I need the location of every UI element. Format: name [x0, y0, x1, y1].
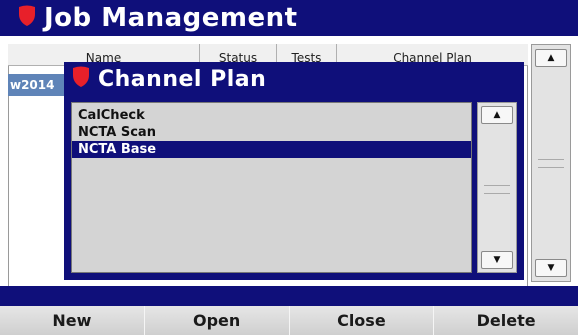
- arrow-up-icon[interactable]: ▲: [535, 49, 567, 67]
- dialog-scrollbar[interactable]: ▲ ▼: [477, 102, 517, 273]
- new-button[interactable]: New: [0, 306, 145, 335]
- channel-plan-list[interactable]: CalCheck NCTA Scan NCTA Base: [71, 102, 472, 273]
- list-item-ncta-scan[interactable]: NCTA Scan: [72, 124, 471, 141]
- app-title: Job Management: [44, 3, 298, 33]
- close-button[interactable]: Close: [289, 306, 435, 335]
- arrow-down-icon[interactable]: ▼: [535, 259, 567, 277]
- channel-plan-dialog: Channel Plan CalCheck NCTA Scan NCTA Bas…: [64, 62, 524, 280]
- table-row[interactable]: w2014: [8, 74, 68, 96]
- softkey-bar: New Open Close Delete: [0, 306, 578, 335]
- shield-icon: [18, 5, 36, 31]
- arrow-up-icon[interactable]: ▲: [481, 106, 513, 124]
- list-item-calcheck[interactable]: CalCheck: [72, 107, 471, 124]
- dialog-title-bar: Channel Plan: [64, 62, 524, 96]
- status-bar: [0, 286, 578, 306]
- open-button[interactable]: Open: [144, 306, 290, 335]
- shield-icon: [72, 66, 90, 92]
- list-item-ncta-base[interactable]: NCTA Base: [72, 141, 471, 158]
- title-bar: Job Management: [0, 0, 578, 36]
- dialog-title: Channel Plan: [98, 66, 267, 92]
- delete-button[interactable]: Delete: [434, 306, 578, 335]
- main-scrollbar[interactable]: ▲ ▼: [531, 44, 571, 282]
- scrollbar-grip[interactable]: [484, 185, 510, 194]
- arrow-down-icon[interactable]: ▼: [481, 251, 513, 269]
- scrollbar-grip[interactable]: [538, 159, 564, 168]
